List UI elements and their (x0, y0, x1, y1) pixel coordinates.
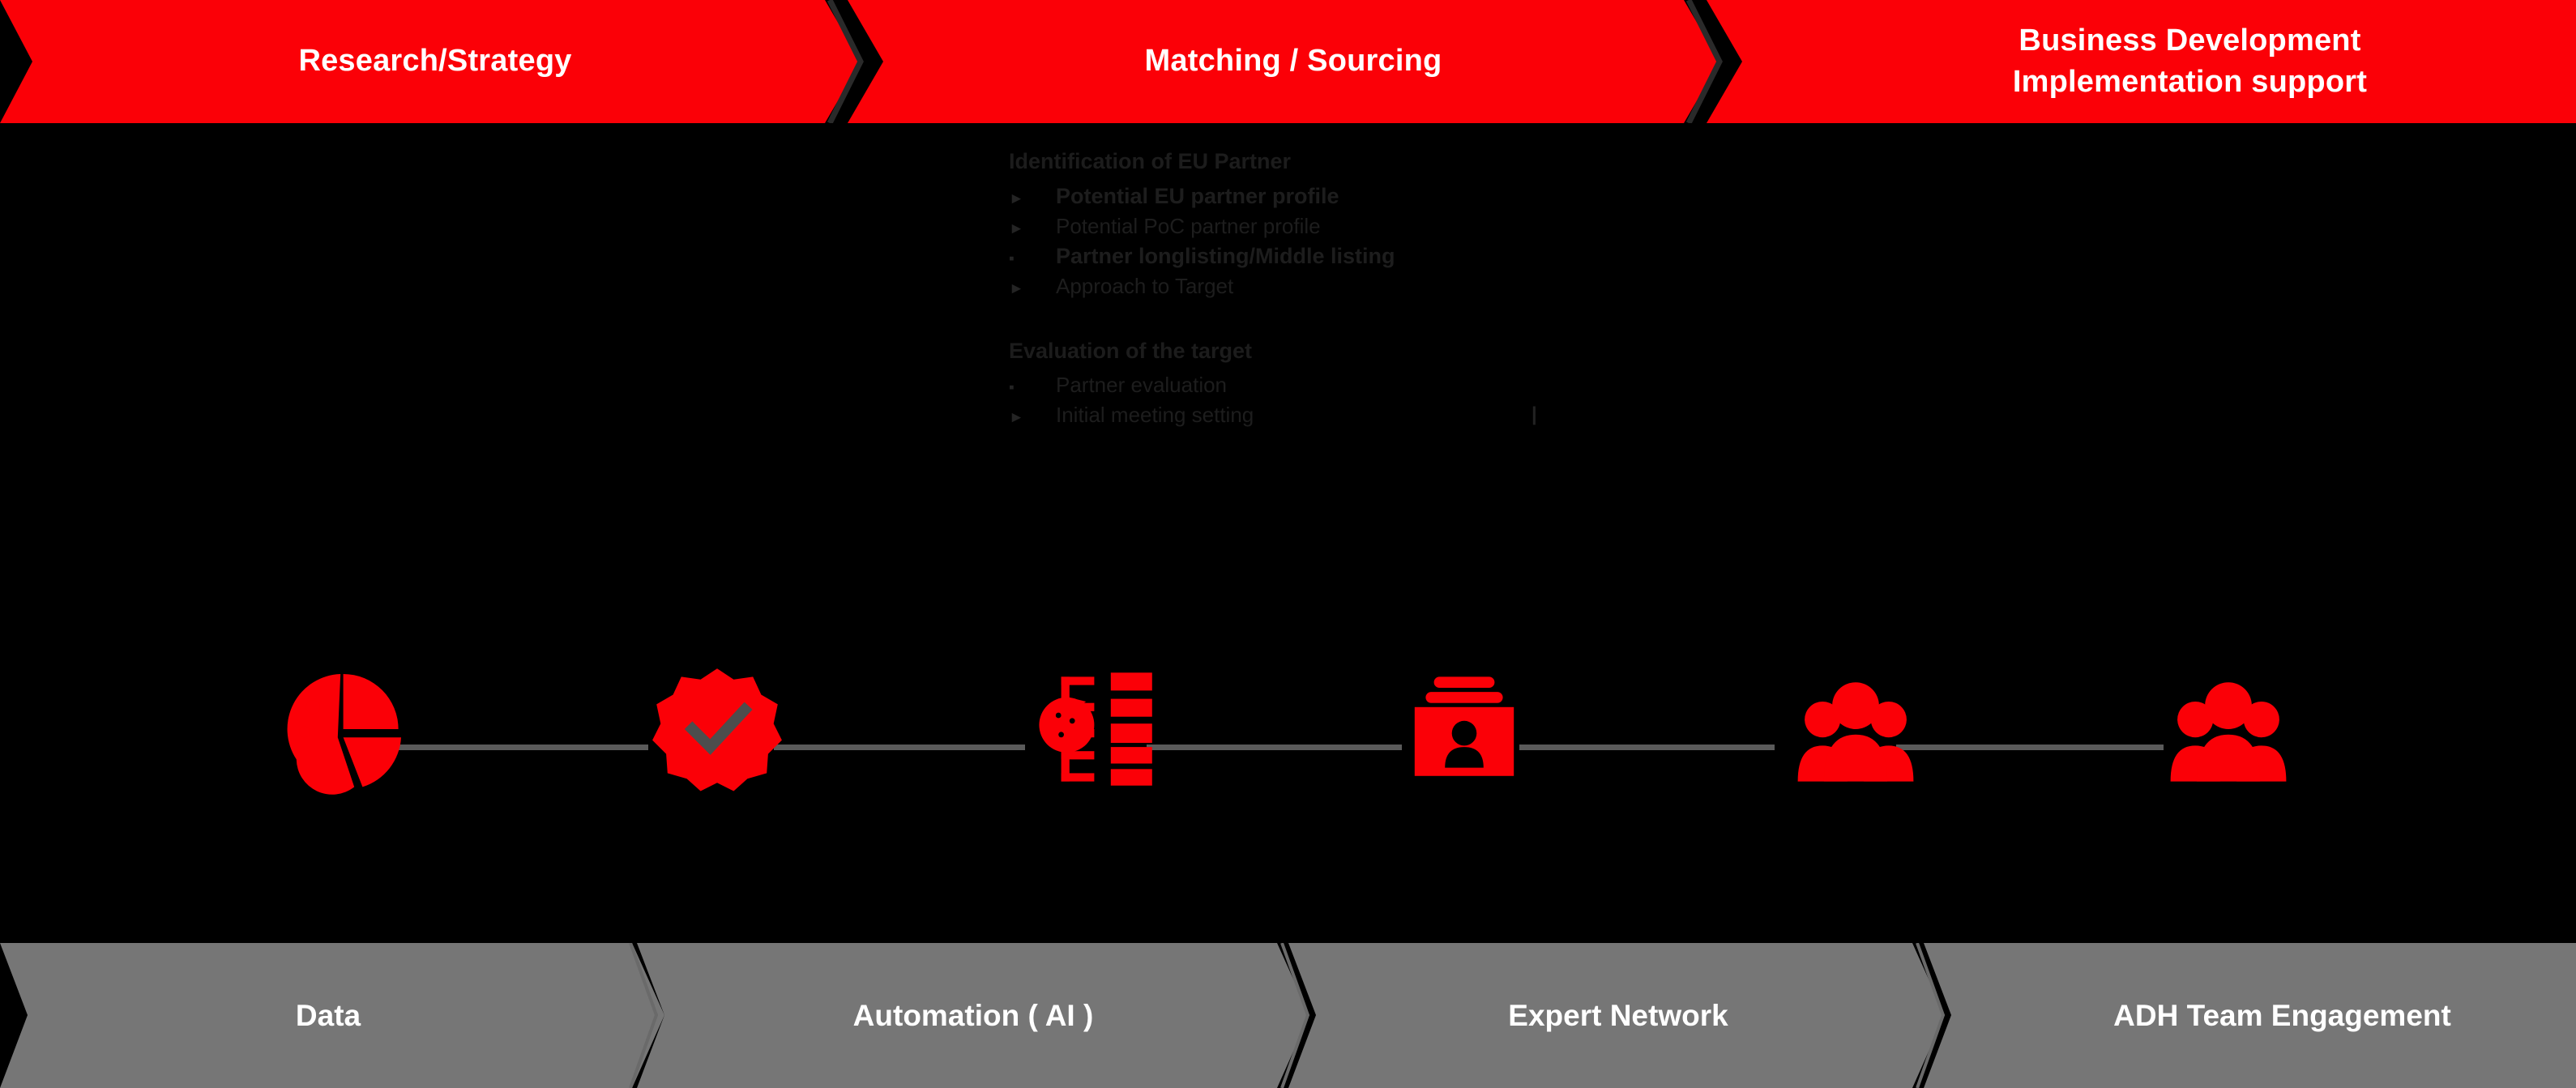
phase-research-strategy[interactable]: Research/Strategy (0, 0, 861, 123)
enabler-adh-team-engagement-label: ADH Team Engagement (2113, 998, 2451, 1032)
detail-section-2-list: ▪ Partner evaluation ► Initial meeting s… (1009, 372, 1738, 429)
list-item-label: Approach to Target (1056, 273, 1234, 298)
team-group-icon (1797, 682, 1914, 782)
puzzle-pie-icon (287, 674, 401, 795)
timeline-node-team-group-2[interactable] (2159, 648, 2297, 810)
timeline-connector (1147, 745, 1402, 750)
bullet-marker-icon: ► (1009, 220, 1024, 237)
enabler-data[interactable]: Data (0, 943, 664, 1088)
enabler-data-label: Data (295, 998, 361, 1032)
timeline-connector (397, 745, 648, 750)
phase-detail-text-block: Identification of EU Partner ► Potential… (1009, 148, 1738, 431)
bullet-marker-icon: ► (1009, 408, 1024, 426)
enabler-expert-network[interactable]: Expert Network (1288, 943, 1945, 1088)
detail-section-1-list: ► Potential EU partner profile ► Potenti… (1009, 182, 1738, 300)
timeline-connector (1896, 745, 2164, 750)
list-item: ▪ Partner evaluation (1009, 372, 1738, 399)
bullet-marker-icon: ► (1009, 190, 1024, 208)
phase-business-development[interactable]: Business Development Implementation supp… (1707, 0, 2576, 123)
timeline-node-verified-badge[interactable] (648, 648, 786, 810)
verified-badge-icon (652, 668, 782, 791)
network-matching-icon (1039, 672, 1152, 786)
list-item: ► Initial meeting setting (1009, 402, 1738, 429)
detail-section-2-heading: Evaluation of the target (1009, 339, 1253, 364)
phase-research-strategy-label: Research/Strategy (298, 44, 572, 79)
timeline-node-profile-folder[interactable] (1395, 648, 1533, 810)
phase-matching-sourcing-label: Matching / Sourcing (1144, 44, 1442, 79)
list-item: ▪ Partner longlisting/Middle listing (1009, 242, 1738, 271)
list-item-label: Partner evaluation (1056, 373, 1228, 398)
phase-business-development-label: Business Development Implementation supp… (2012, 23, 2368, 99)
timeline-connector (1519, 745, 1775, 750)
bullet-marker-icon: ▪ (1009, 250, 1015, 268)
list-item: ► Approach to Target (1009, 273, 1738, 300)
enabler-automation-ai-label: Automation ( AI ) (852, 998, 1094, 1032)
list-item-label: Initial meeting setting (1056, 402, 1254, 427)
profile-folder-icon (1414, 676, 1514, 776)
detail-section-1-heading: Identification of EU Partner (1009, 149, 1292, 173)
process-timeline (0, 648, 2576, 818)
list-item: ► Potential EU partner profile (1009, 182, 1738, 211)
list-item: ► Potential PoC partner profile (1009, 213, 1738, 240)
diagram-canvas: Research/Strategy Matching / Sourcing Bu… (0, 0, 2576, 1088)
enabler-expert-network-label: Expert Network (1508, 998, 1728, 1032)
timeline-node-network-matching[interactable] (1023, 648, 1160, 810)
bullet-marker-icon: ► (1009, 279, 1024, 297)
enabler-adh-team-engagement[interactable]: ADH Team Engagement (1924, 943, 2576, 1088)
list-item-label: Potential EU partner profile (1056, 184, 1339, 209)
bullet-marker-icon: ▪ (1009, 379, 1015, 397)
detail-trailing-mark: | (1532, 403, 1537, 425)
timeline-connector (774, 745, 1025, 750)
team-group-icon (2170, 682, 2287, 782)
top-phase-banner: Research/Strategy Matching / Sourcing Bu… (0, 0, 2576, 123)
phase-matching-sourcing[interactable]: Matching / Sourcing (848, 0, 1719, 123)
bottom-enabler-banner: Data Automation ( AI ) Expert Network AD… (0, 942, 2576, 1088)
timeline-node-puzzle-pie[interactable] (277, 648, 415, 810)
list-item-label: Partner longlisting/Middle listing (1056, 244, 1395, 269)
enabler-automation-ai[interactable]: Automation ( AI ) (637, 943, 1309, 1088)
list-item-label: Potential PoC partner profile (1056, 213, 1321, 238)
timeline-node-team-group-1[interactable] (1787, 648, 1925, 810)
